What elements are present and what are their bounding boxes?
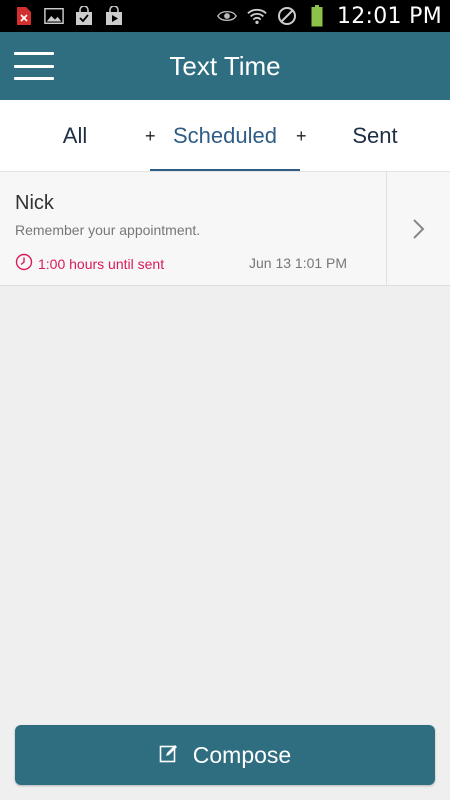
hamburger-menu-icon[interactable]	[14, 52, 54, 80]
scheduled-date: Jun 13 1:01 PM	[249, 255, 348, 271]
compose-icon	[159, 742, 179, 769]
file-error-icon	[14, 6, 34, 26]
contact-name: Nick	[15, 192, 54, 214]
bag-check-icon	[74, 6, 94, 26]
chevron-right-icon[interactable]	[386, 172, 450, 286]
eye-icon	[217, 6, 237, 26]
tab-separator-plus: +	[145, 126, 156, 146]
scheduled-message-list: Nick Remember your appointment. 1:00 hou…	[0, 172, 450, 286]
menu-line	[14, 77, 54, 80]
status-time: 12:01 PM	[336, 3, 442, 29]
compose-label: Compose	[192, 741, 292, 768]
countdown-text: 1:00 hours until sent	[38, 255, 165, 272]
wifi-icon	[247, 6, 267, 26]
tab-scheduled[interactable]: Scheduled	[150, 100, 300, 171]
clock-icon	[15, 253, 33, 274]
status-right-icons: 12:01 PM	[217, 4, 442, 29]
app-bar: Text Time	[0, 32, 450, 100]
countdown-status: 1:00 hours until sent	[15, 253, 164, 274]
tab-sent[interactable]: Sent	[300, 100, 450, 171]
status-left-icons	[14, 6, 124, 26]
menu-line	[14, 52, 54, 55]
status-bar: 12:01 PM	[0, 0, 450, 32]
tab-all[interactable]: All	[0, 100, 150, 171]
image-icon	[44, 6, 64, 26]
tab-bar: All Scheduled Sent + +	[0, 100, 450, 172]
menu-line	[14, 64, 54, 68]
tab-separator-plus: +	[296, 126, 307, 146]
battery-icon	[307, 5, 327, 27]
list-item[interactable]: Nick Remember your appointment. 1:00 hou…	[0, 172, 450, 286]
message-preview: Remember your appointment.	[15, 222, 201, 238]
app-title: Text Time	[169, 50, 281, 81]
compose-button[interactable]: Compose	[15, 725, 435, 785]
play-store-icon	[104, 6, 124, 26]
blocked-icon	[277, 6, 297, 26]
